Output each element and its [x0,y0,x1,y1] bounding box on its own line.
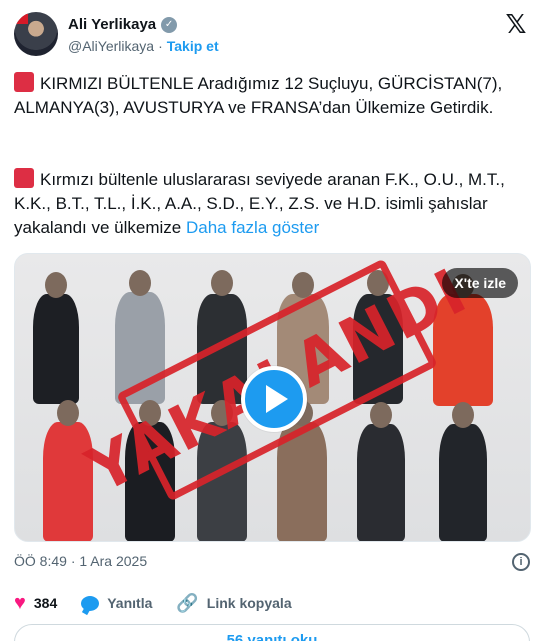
like-button[interactable]: ♥ 384 [14,593,57,613]
reply-button[interactable]: Yanıtla [81,595,152,611]
play-icon[interactable] [241,366,307,432]
red-square-icon [14,72,34,92]
post-meta: ÖÖ 8:49 · 1 Ara 2025 i [14,553,530,573]
x-logo-icon[interactable]: 𝕏 [504,11,528,37]
avatar[interactable] [14,12,58,56]
person-figure [33,294,79,404]
video-media[interactable]: YAKALANDI X'te izle [14,253,531,542]
read-replies-button[interactable]: 56 yanıtı oku [14,624,530,641]
post-date[interactable]: 1 Ara 2025 [79,553,147,569]
person-head [57,400,79,426]
follow-button[interactable]: Takip et [167,38,219,54]
reply-bubble-icon [81,595,100,611]
info-icon[interactable]: i [512,553,530,571]
copy-link-label: Link kopyala [206,595,292,611]
person-head [452,402,474,428]
person-figure [357,424,405,541]
author-handle-row: @AliYerlikaya · Takip et [68,38,219,54]
person-figure [439,424,487,541]
person-head [45,272,67,298]
red-square-icon [14,168,34,188]
copy-link-button[interactable]: 🔗 Link kopyala [176,594,291,612]
person-head [211,270,233,296]
flag-icon [16,14,28,24]
heart-icon: ♥ [14,592,26,614]
show-more-link[interactable]: Daha fazla göster [186,218,319,237]
verified-badge-icon: ✓ [161,16,178,33]
author-handle[interactable]: @AliYerlikaya [68,38,154,54]
like-count: 384 [33,595,58,611]
paragraph-1-text: KIRMIZI BÜLTENLE Aradığımız 12 Suçluyu, … [14,74,503,117]
meta-separator: · [70,553,76,569]
tweet-header: Ali Yerlikaya ✓ @AliYerlikaya · Takip et… [14,10,530,60]
action-bar: ♥ 384 Yanıtla 🔗 Link kopyala [14,592,530,614]
post-time[interactable]: ÖÖ 8:49 [14,553,67,569]
dot-separator: · [158,38,163,54]
person-head [129,270,151,296]
author-name[interactable]: Ali Yerlikaya [68,16,156,33]
post-paragraph-2: Kırmızı bültenle uluslararası seviyede a… [14,168,530,240]
link-icon: 🔗 [176,593,199,613]
person-head [370,402,392,428]
watch-on-x-button[interactable]: X'te izle [442,268,518,298]
author-name-row: Ali Yerlikaya ✓ [68,16,178,33]
reply-label: Yanıtla [107,595,153,611]
post-paragraph-1: KIRMIZI BÜLTENLE Aradığımız 12 Suçluyu, … [14,72,530,120]
